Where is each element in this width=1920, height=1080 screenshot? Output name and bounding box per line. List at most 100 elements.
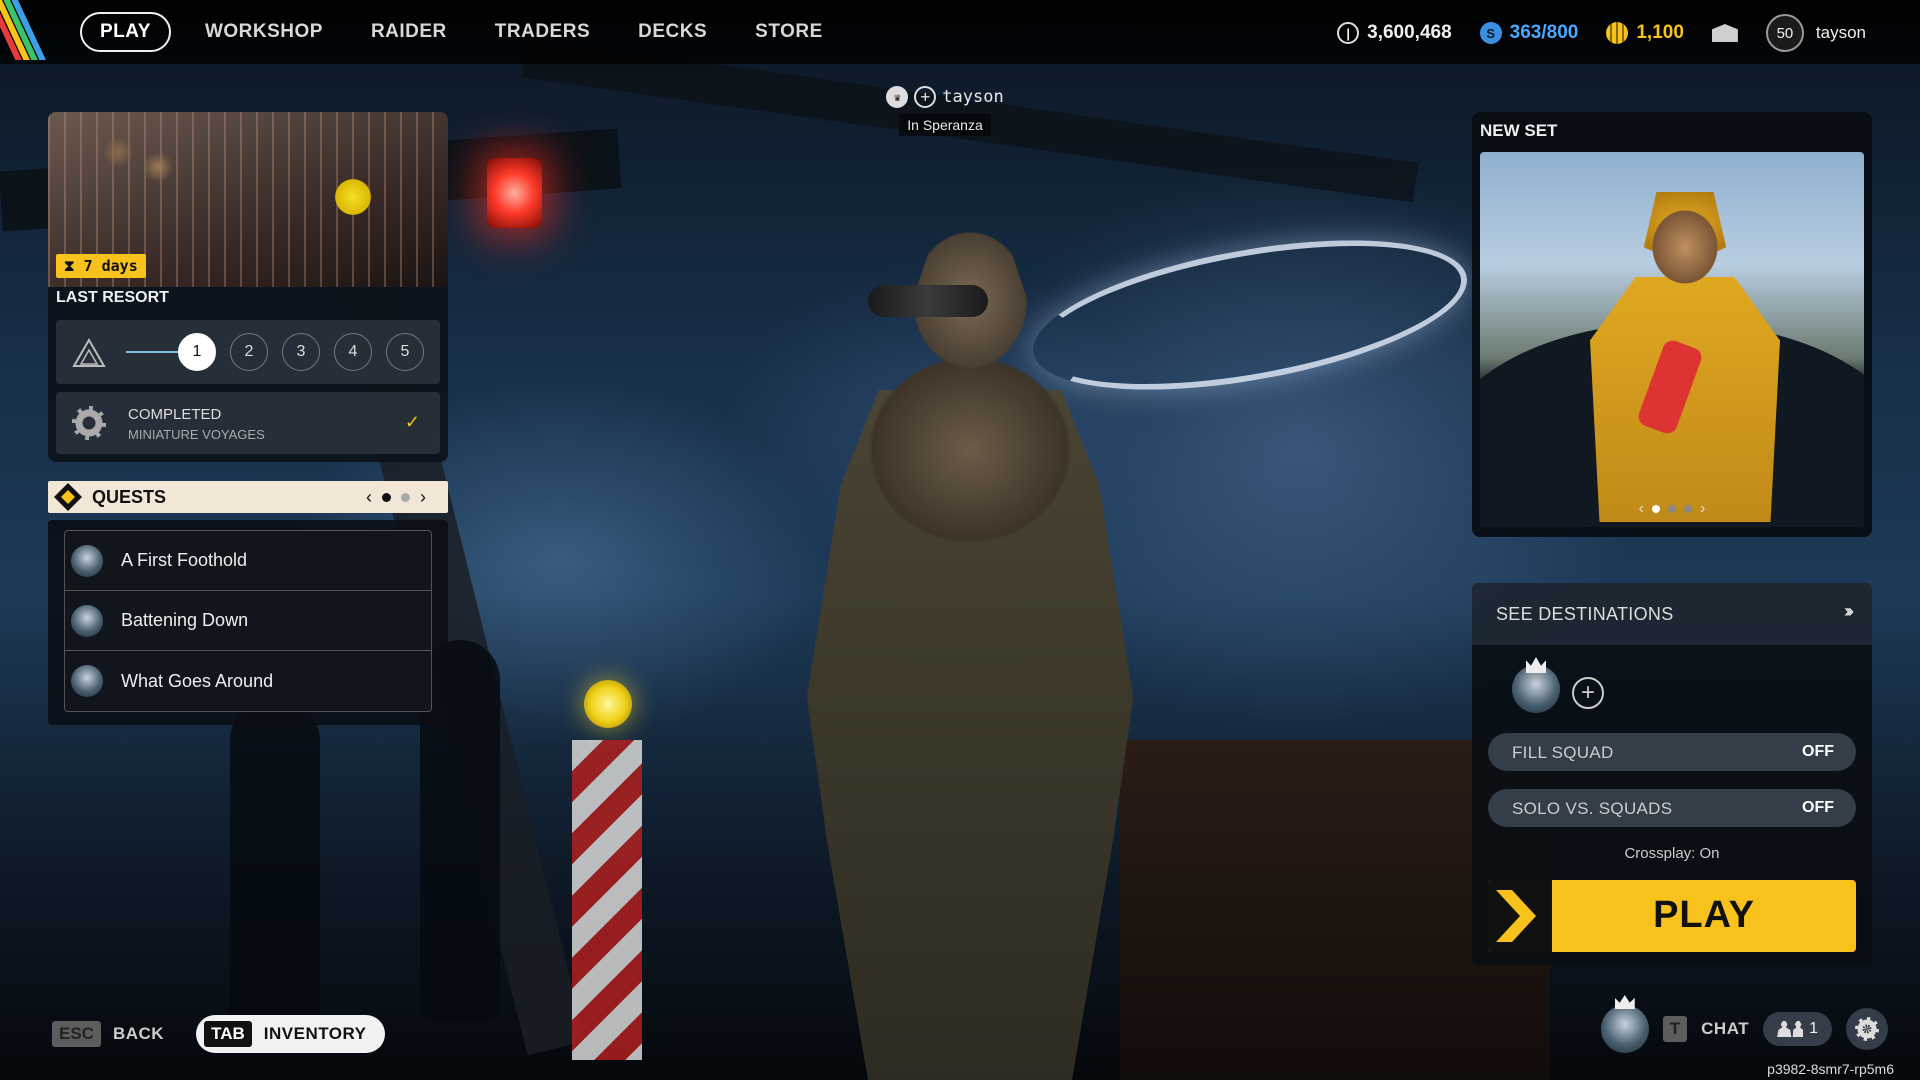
light-ring	[1022, 212, 1478, 418]
quest-diamond-icon	[54, 483, 82, 511]
settings-button[interactable]	[1846, 1008, 1888, 1050]
quests-header: QUESTS ‹ ›	[48, 481, 448, 513]
progress-track	[126, 351, 186, 353]
chevron-left-icon[interactable]: ‹	[366, 487, 372, 508]
event-days: 7 days	[83, 257, 138, 275]
pager-dot	[1684, 505, 1692, 513]
player-avatar[interactable]	[1600, 1005, 1649, 1053]
top-bar: PLAY WORKSHOP RAIDER TRADERS DECKS STORE…	[0, 0, 1920, 64]
token-icon	[1606, 22, 1629, 44]
see-destinations-label: SEE DESTINATIONS	[1496, 604, 1674, 624]
new-set-image: ‹ ›	[1480, 152, 1864, 527]
play-button[interactable]: PLAY	[1488, 880, 1856, 952]
progress-step-1: 1	[178, 333, 216, 371]
progress-step-2: 2	[230, 333, 268, 371]
completed-title: COMPLETED	[128, 406, 222, 423]
nav-tab-workshop[interactable]: WORKSHOP	[181, 13, 347, 51]
player-level-badge: 50	[1765, 14, 1804, 52]
event-card[interactable]: ⧗ 7 days LAST RESORT 1 2 3 4 5 COMPLETED…	[48, 112, 448, 462]
coins-amount: 3,600,468	[1367, 22, 1452, 43]
pager-dot-active	[1652, 505, 1660, 513]
coin-icon: |	[1337, 22, 1360, 44]
chevron-left-icon[interactable]: ‹	[1639, 500, 1644, 518]
player-name: tayson	[1815, 23, 1866, 42]
striped-barrier	[572, 740, 642, 1060]
gear-icon	[72, 406, 106, 440]
new-set-card[interactable]: NEW SET ‹ ›	[1472, 112, 1872, 537]
chevron-right-icon[interactable]: ›	[420, 487, 426, 508]
solo-vs-squads-label: SOLO VS. SQUADS	[1512, 799, 1673, 818]
crown-icon	[1526, 657, 1546, 673]
chat-label[interactable]: CHAT	[1701, 1019, 1749, 1039]
quest-giver-avatar	[71, 604, 103, 637]
nav-tab-play[interactable]: PLAY	[80, 12, 171, 52]
fill-squad-toggle[interactable]: FILL SQUAD OFF	[1488, 733, 1856, 771]
fill-squad-label: FILL SQUAD	[1512, 743, 1614, 762]
play-button-label: PLAY	[1653, 894, 1755, 936]
pager-dot	[1668, 505, 1676, 513]
quests-title: QUESTS	[92, 486, 167, 507]
friends-icon	[1777, 1021, 1804, 1037]
quest-label: Battening Down	[121, 610, 249, 630]
quest-item[interactable]: A First Foothold	[65, 531, 431, 591]
seeds-currency[interactable]: S 363/800	[1479, 22, 1579, 44]
esc-key-hint[interactable]: ESC	[52, 1021, 101, 1047]
gear-icon	[1855, 1017, 1879, 1041]
build-id: p3982-8smr7-rp5m6	[1767, 1061, 1894, 1077]
quest-item[interactable]: Battening Down	[65, 591, 431, 651]
raider-goggles	[868, 285, 988, 317]
red-lamp	[487, 158, 542, 228]
solo-vs-squads-value: OFF	[1802, 799, 1834, 816]
new-set-pager: ‹ ›	[1480, 500, 1864, 518]
check-icon: ✓	[404, 412, 420, 432]
play-chevron-icon	[1488, 880, 1552, 952]
friends-button[interactable]: 1	[1763, 1012, 1832, 1046]
quests-pager: ‹ ›	[366, 487, 426, 508]
pager-dot-active	[382, 493, 391, 502]
quest-item[interactable]: What Goes Around	[65, 651, 431, 711]
game-logo-stripes	[0, 0, 60, 60]
party-location: In Speranza	[899, 114, 991, 136]
quests-panel: A First Foothold Battening Down What Goe…	[48, 520, 448, 725]
fast-forward-icon: ›››	[1844, 601, 1854, 621]
pager-dot	[401, 493, 410, 502]
fill-squad-value: OFF	[1802, 743, 1834, 760]
quest-label: A First Foothold	[121, 550, 248, 570]
play-panel: + FILL SQUAD OFF SOLO VS. SQUADS OFF Cro…	[1472, 645, 1872, 965]
seeds-amount: 363/800	[1509, 22, 1579, 43]
inventory-label: INVENTORY	[263, 1024, 367, 1043]
progress-step-3: 3	[282, 333, 320, 371]
yellow-lamp	[584, 680, 632, 728]
coins-currency[interactable]: | 3,600,468	[1337, 22, 1452, 44]
solo-vs-squads-toggle[interactable]: SOLO VS. SQUADS OFF	[1488, 789, 1856, 827]
seed-icon: S	[1479, 22, 1502, 44]
mail-icon[interactable]	[1711, 24, 1738, 42]
party-indicator: ♛ + tayson In Speranza	[880, 86, 1010, 136]
chat-key-hint[interactable]: T	[1662, 1016, 1688, 1042]
triangle-icon	[72, 338, 106, 367]
inventory-button[interactable]: TAB INVENTORY	[196, 1015, 385, 1053]
nav-tab-store[interactable]: STORE	[731, 13, 847, 51]
quest-label: What Goes Around	[121, 670, 274, 691]
chevron-right-icon[interactable]: ›	[1700, 500, 1705, 518]
profile-button[interactable]: 50 tayson	[1765, 14, 1866, 52]
friends-count: 1	[1809, 1020, 1818, 1037]
quest-giver-avatar	[71, 665, 103, 697]
back-label[interactable]: BACK	[113, 1024, 164, 1044]
currency-bar: | 3,600,468 S 363/800 1,100 50 tayson	[1337, 14, 1866, 52]
nav-tab-decks[interactable]: DECKS	[614, 13, 731, 51]
completed-task: COMPLETED MINIATURE VOYAGES ✓	[56, 392, 440, 454]
add-squad-member-button[interactable]: +	[1572, 677, 1604, 709]
invite-plus-icon[interactable]: +	[914, 86, 937, 108]
progress-step-5: 5	[386, 333, 424, 371]
nav-tab-raider[interactable]: RAIDER	[347, 13, 471, 51]
party-leader-name: tayson	[942, 87, 1004, 107]
see-destinations-button[interactable]: SEE DESTINATIONS ›››	[1472, 583, 1872, 645]
event-timer-badge: ⧗ 7 days	[56, 254, 146, 278]
quest-list: A First Foothold Battening Down What Goe…	[64, 530, 432, 712]
nav-tab-traders[interactable]: TRADERS	[471, 13, 614, 51]
background-figure	[230, 700, 320, 1030]
completed-subtitle: MINIATURE VOYAGES	[128, 427, 265, 442]
tokens-currency[interactable]: 1,100	[1606, 22, 1684, 44]
event-title: LAST RESORT	[56, 289, 169, 306]
